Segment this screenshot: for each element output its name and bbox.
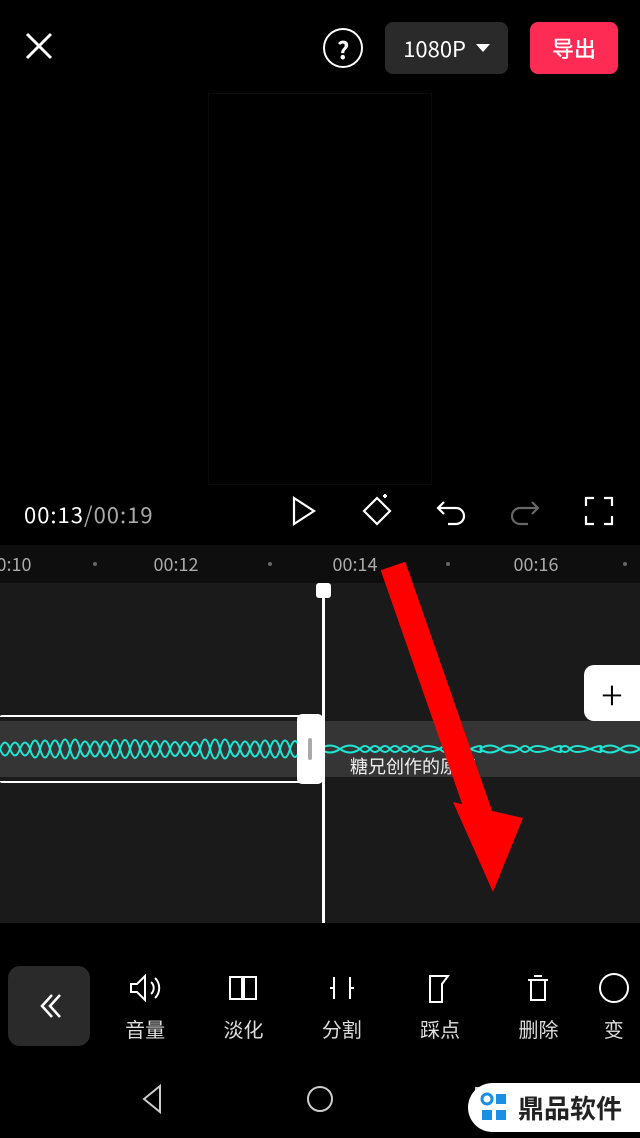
nav-home-button[interactable] [303, 1082, 337, 1121]
split-tool[interactable]: 分割 [299, 970, 385, 1043]
volume-tool[interactable]: 音量 [102, 970, 188, 1043]
undo-button[interactable] [434, 494, 468, 533]
add-clip-button[interactable]: + [584, 665, 640, 721]
nav-back-button[interactable] [136, 1082, 170, 1121]
beat-tool[interactable]: 踩点 [397, 970, 483, 1043]
fade-tool[interactable]: 淡化 [200, 970, 286, 1043]
collapse-toolbar-button[interactable] [8, 966, 90, 1046]
time-display: 00:13/00:19 [24, 498, 154, 530]
clip-drag-handle[interactable] [297, 714, 323, 784]
selected-clip[interactable] [0, 715, 320, 783]
change-tool[interactable]: 变 [594, 970, 634, 1043]
clip-label: 糖兄创作的原声 [350, 753, 476, 779]
close-button[interactable] [22, 29, 56, 68]
play-button[interactable] [286, 494, 320, 533]
watermark-logo-icon [476, 1090, 512, 1126]
timeline-ruler[interactable]: 0:10 00:12 00:14 00:16 [0, 545, 640, 583]
delete-tool[interactable]: 删除 [495, 970, 581, 1043]
redo-button[interactable] [508, 494, 542, 533]
chevron-down-icon [476, 44, 490, 52]
timeline-area[interactable]: 糖兄创作的原声 + [0, 583, 640, 923]
keyframe-button[interactable] [360, 494, 394, 533]
help-button[interactable]: ? [323, 28, 363, 68]
resolution-label: 1080P [403, 32, 466, 64]
video-preview[interactable] [209, 94, 431, 484]
watermark: 鼎品软件 [468, 1083, 640, 1132]
fullscreen-button[interactable] [582, 494, 616, 533]
resolution-select[interactable]: 1080P [385, 22, 508, 74]
export-button[interactable]: 导出 [530, 22, 618, 74]
playhead[interactable] [322, 583, 325, 923]
